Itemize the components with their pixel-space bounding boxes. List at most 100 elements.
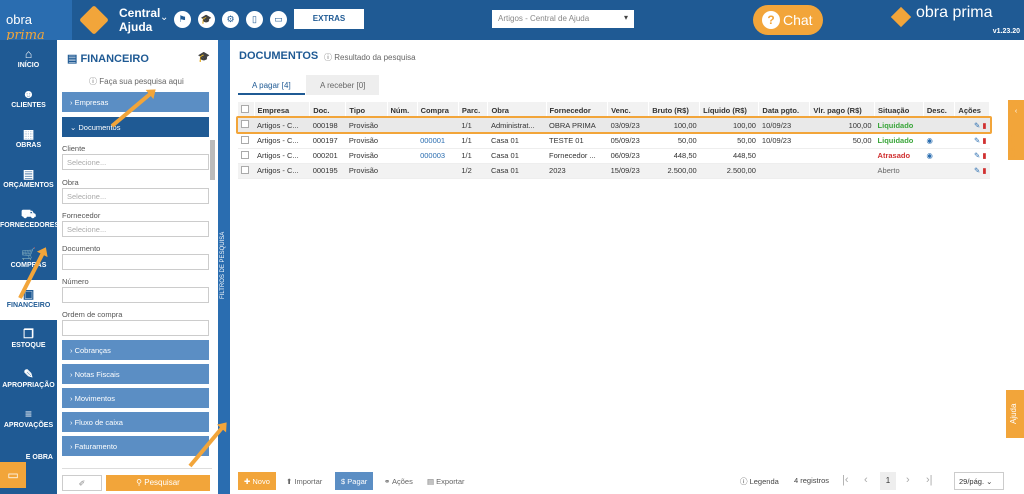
desc-cell: ◉	[923, 148, 955, 164]
cell-num	[387, 163, 418, 179]
cell-venc: 05/09/23	[607, 133, 649, 149]
row-checkbox[interactable]	[238, 133, 254, 149]
fornecedor-select[interactable]: Selecione...	[62, 221, 209, 237]
cell-vpg	[809, 163, 875, 179]
gear-icon[interactable]: ⚙	[222, 11, 239, 28]
workspace-title[interactable]: Central Ajuda	[119, 6, 160, 34]
actions-cell: ✎ ▮	[954, 163, 990, 179]
eye-icon[interactable]: ◉	[926, 136, 933, 145]
filter-panel: ▤ FINANCEIRO 🎓 ⓘ Faça sua pesquisa aqui …	[57, 40, 218, 494]
graduation-cap-icon[interactable]: 🎓	[198, 11, 215, 28]
cliente-select[interactable]: Selecione...	[62, 154, 209, 170]
cell-parc: 1/2	[458, 163, 488, 179]
resumo-label: Resumo	[1010, 134, 1017, 161]
nav-obras[interactable]: ▦ OBRAS	[0, 120, 57, 160]
last-page-icon[interactable]: ›|	[926, 474, 933, 486]
pencil-icon[interactable]: ✎	[974, 166, 980, 175]
nav-aprovacoes[interactable]: ≡ APROVAÇÕES	[0, 400, 57, 440]
accordion-documentos[interactable]: ⌄ Documentos	[62, 117, 209, 137]
cell-compra[interactable]: 000003	[417, 148, 459, 164]
cell-forn: 2023	[546, 163, 608, 179]
prev-page-icon[interactable]: ‹	[864, 474, 868, 486]
exportar-button[interactable]: ▤ Exportar	[421, 472, 471, 490]
nav-apropriacao[interactable]: ✎ APROPRIAÇÃO	[0, 360, 57, 400]
mobile-icon[interactable]: ▯	[246, 11, 263, 28]
chat-button[interactable]: ? Chat	[753, 5, 823, 35]
chevron-down-icon[interactable]: ⌄	[160, 12, 168, 23]
user-icon: ☻	[22, 87, 35, 101]
cell-liq: 50,00	[699, 133, 759, 149]
importar-button[interactable]: ⬆ Importar	[280, 472, 328, 490]
panel-scrollbar[interactable]	[210, 140, 215, 180]
cell-parc: 1/1	[458, 148, 488, 164]
ajuda-tab[interactable]: Ajuda	[1006, 390, 1024, 438]
nav-financeiro[interactable]: ▣ FINANCEIRO	[0, 280, 57, 320]
nav-estoque[interactable]: ❐ ESTOQUE	[0, 320, 57, 360]
table-row[interactable]: Artigos - C... 000201 Provisão 000003 1/1 Cas…	[238, 148, 990, 164]
trash-icon[interactable]: ▮	[982, 151, 986, 160]
app-logo[interactable]: obra prima	[0, 0, 72, 43]
nav-clientes[interactable]: ☻ CLIENTES	[0, 80, 57, 120]
legenda-link[interactable]: ⓘ Legenda	[740, 476, 779, 487]
obra-select[interactable]: Selecione...	[62, 188, 209, 204]
nav-orcamentos[interactable]: ▤ ORÇAMENTOS	[0, 160, 57, 200]
row-checkbox[interactable]	[238, 163, 254, 179]
panel-title: ▤ FINANCEIRO	[67, 53, 149, 65]
flag-icon[interactable]: ⚑	[174, 11, 191, 28]
accordion-notas-fiscais[interactable]: › Notas Fiscais	[62, 364, 209, 384]
monitor-icon[interactable]: ▭	[270, 11, 287, 28]
cell-tipo: Provisão	[345, 133, 387, 149]
cell-compra[interactable]: 000001	[417, 133, 459, 149]
current-page[interactable]: 1	[880, 472, 896, 490]
extras-button[interactable]: EXTRAS	[294, 9, 364, 29]
eye-icon[interactable]: ◉	[926, 151, 933, 160]
accordion-fluxo-caixa[interactable]: › Fluxo de caixa	[62, 412, 209, 432]
chat-widget-icon[interactable]: ▭	[0, 462, 26, 488]
accordion-cobrancas[interactable]: › Cobranças	[62, 340, 209, 360]
acoes-button[interactable]: ⚭ Ações	[378, 472, 419, 490]
trash-icon[interactable]: ▮	[982, 136, 986, 145]
brand-logo: obra prima	[890, 4, 992, 28]
building-icon: ▦	[22, 127, 35, 141]
cell-venc: 06/09/23	[607, 148, 649, 164]
company-select[interactable]: Artigos - Central de Ajuda ▾	[492, 10, 634, 28]
pagar-button[interactable]: $ Pagar	[335, 472, 374, 490]
bottom-toolbar: ✚ Novo ⬆ Importar $ Pagar ⚭ Ações ▤ Expo…	[238, 472, 1008, 490]
accordion-movimentos[interactable]: › Movimentos	[62, 388, 209, 408]
documento-input[interactable]	[62, 254, 209, 270]
per-page-select[interactable]: 29/pág. ⌄	[954, 472, 1004, 490]
nav-fornecedores[interactable]: ⛟ FORNECEDORES	[0, 200, 59, 240]
cell-doc: 000197	[309, 133, 346, 149]
cell-sit: Atrasado	[874, 148, 924, 164]
filter-actions: ✐ ⚲ Pesquisar	[62, 468, 212, 491]
graduation-cap-icon[interactable]: 🎓	[198, 52, 210, 63]
eraser-icon[interactable]: ✐	[62, 475, 102, 491]
next-page-icon[interactable]: ›	[906, 474, 910, 486]
cell-parc: 1/1	[458, 133, 488, 149]
pencil-icon[interactable]: ✎	[974, 136, 980, 145]
help-center-logo	[79, 5, 109, 35]
cell-compra[interactable]	[417, 163, 459, 179]
cell-bruto: 2.500,00	[648, 163, 700, 179]
nav-inicio[interactable]: ⌂ INÍCIO	[0, 40, 57, 80]
pencil-icon[interactable]: ✎	[974, 151, 980, 160]
numero-input[interactable]	[62, 287, 209, 303]
pesquisar-button[interactable]: ⚲ Pesquisar	[106, 475, 210, 491]
first-page-icon[interactable]: |‹	[842, 474, 849, 486]
field-label: Cliente	[62, 144, 86, 153]
table-row[interactable]: Artigos - C... 000197 Provisão 000001 1/1 Cas…	[238, 133, 990, 149]
file-edit-icon: ✎	[23, 367, 34, 381]
tab-a-pagar[interactable]: A pagar [4]	[238, 75, 305, 95]
tab-a-receber[interactable]: A receber [0]	[306, 75, 380, 95]
accordion-faturamento[interactable]: › Faturamento	[62, 436, 209, 456]
document-icon: ▤	[22, 167, 35, 181]
cell-vpg	[809, 148, 875, 164]
novo-button[interactable]: ✚ Novo	[238, 472, 276, 490]
table-row[interactable]: Artigos - C... 000195 Provisão 1/2 Casa 01 20…	[238, 163, 990, 179]
truck-icon: ⛟	[20, 207, 37, 221]
ordem-compra-input[interactable]	[62, 320, 209, 336]
version-label: v1.23.20	[992, 28, 1020, 35]
trash-icon[interactable]: ▮	[982, 166, 986, 175]
cell-dpg	[758, 148, 810, 164]
row-checkbox[interactable]	[238, 148, 254, 164]
